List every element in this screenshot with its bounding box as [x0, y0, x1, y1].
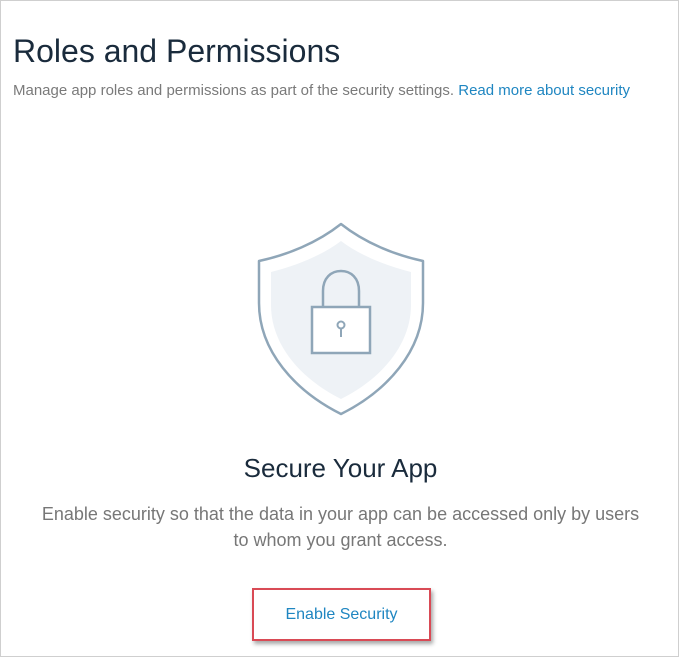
enable-security-highlight: Enable Security	[252, 588, 431, 641]
empty-state-description: Enable security so that the data in your…	[41, 504, 640, 550]
page-title: Roles and Permissions	[13, 33, 341, 69]
page-subtitle: Manage app roles and permissions as part…	[13, 81, 630, 101]
shield-lock-icon	[257, 222, 425, 416]
empty-state-heading: Secure Your App	[243, 453, 438, 483]
enable-security-button[interactable]: Enable Security	[254, 590, 429, 639]
subtitle-text: Manage app roles and permissions as part…	[13, 82, 455, 99]
roles-permissions-panel: Roles and Permissions Manage app roles a…	[0, 0, 679, 657]
read-more-security-link[interactable]: Read more about security	[458, 82, 630, 99]
